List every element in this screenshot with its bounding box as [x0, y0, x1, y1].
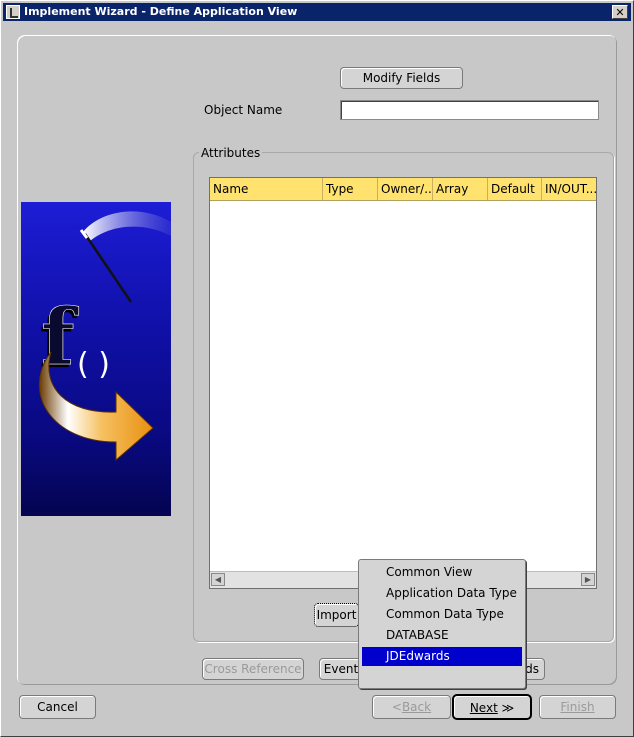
function-arrow-graphic: f f ( ) [38, 211, 171, 462]
menu-item-common-view[interactable]: Common View [362, 563, 522, 582]
close-icon[interactable]: ✕ [612, 5, 628, 19]
table-header: Name Type Owner/... Array Default IN/OUT… [210, 178, 596, 201]
modify-fields-button[interactable]: Modify Fields [340, 67, 463, 89]
column-header-type[interactable]: Type [323, 178, 378, 200]
next-button[interactable]: Next ≫ [452, 694, 532, 720]
import-popup-menu: Common View Application Data Type Common… [358, 559, 526, 689]
window-title: Implement Wizard - Define Application Vi… [24, 5, 298, 18]
back-label: Back [401, 700, 432, 714]
column-header-array[interactable]: Array [433, 178, 488, 200]
column-header-name[interactable]: Name [210, 178, 323, 200]
back-button: <Back [372, 695, 451, 719]
menu-item-application-data-type[interactable]: Application Data Type [362, 584, 522, 603]
finish-button: Finish [539, 695, 616, 719]
column-header-in-out[interactable]: IN/OUT... [542, 178, 596, 200]
title-bar: Implement Wizard - Define Application Vi… [3, 3, 631, 21]
svg-text:( ): ( ) [77, 347, 110, 382]
menu-item-jdedwards[interactable]: JDEdwards [362, 647, 522, 666]
menu-item-common-data-type[interactable]: Common Data Type [362, 605, 522, 624]
attributes-table[interactable]: Name Type Owner/... Array Default IN/OUT… [209, 177, 597, 589]
wizard-window: Implement Wizard - Define Application Vi… [0, 0, 634, 737]
event-button[interactable]: Event [319, 658, 363, 680]
scroll-right-icon[interactable]: ▶ [581, 573, 595, 586]
next-arrow-icon: ≫ [501, 701, 515, 715]
object-name-label: Object Name [204, 103, 283, 117]
attributes-group-label: Attributes [199, 146, 263, 160]
object-name-input[interactable] [340, 100, 599, 120]
wizard-image: f f ( ) [21, 202, 171, 516]
scroll-left-icon[interactable]: ◀ [211, 573, 225, 586]
back-arrow-icon: < [391, 700, 402, 714]
cross-reference-button: Cross Reference [202, 658, 304, 680]
finish-label: Finish [560, 700, 595, 714]
cancel-button[interactable]: Cancel [19, 695, 96, 719]
next-label: Next [469, 701, 498, 715]
app-icon [6, 5, 20, 19]
menu-item-database[interactable]: DATABASE [362, 626, 522, 645]
import-button[interactable]: Import [314, 603, 359, 627]
column-header-default[interactable]: Default [488, 178, 542, 200]
column-header-owner[interactable]: Owner/... [378, 178, 433, 200]
